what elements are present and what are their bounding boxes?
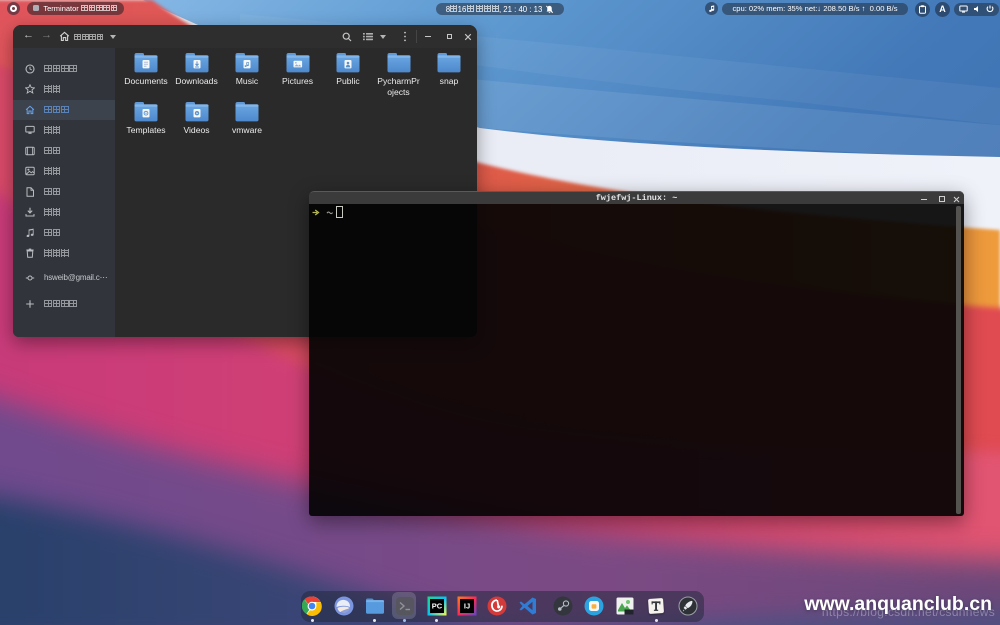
svg-text:PC: PC (431, 602, 442, 611)
svg-text:IJ: IJ (463, 602, 469, 611)
